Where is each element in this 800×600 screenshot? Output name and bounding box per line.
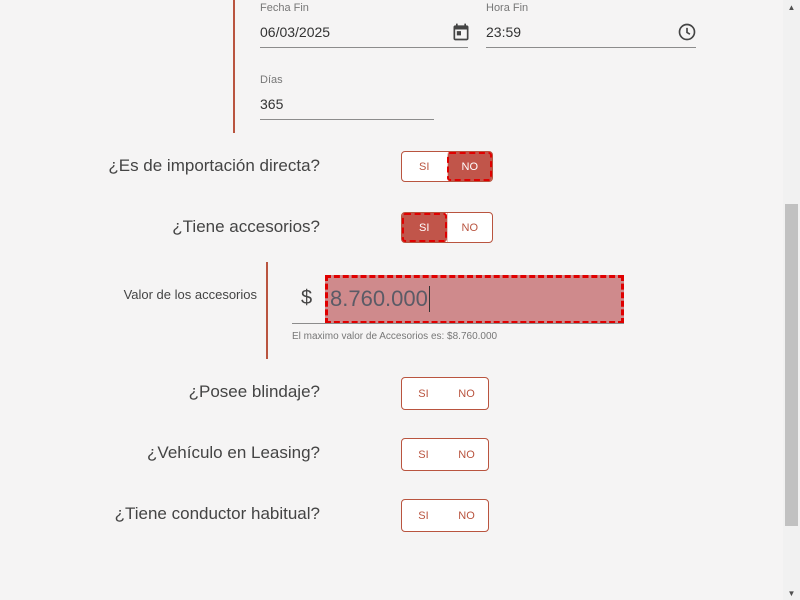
option-no-conductor[interactable]: NO	[445, 500, 488, 531]
fecha-fin-label: Fecha Fin	[260, 2, 309, 14]
option-no-leasing[interactable]: NO	[445, 439, 488, 470]
question-importacion: ¿Es de importación directa?	[108, 156, 320, 175]
option-no-accesorios[interactable]: NO	[446, 213, 493, 242]
section-divider-line	[233, 0, 235, 133]
scrollbar-thumb[interactable]	[785, 204, 798, 526]
accesorios-valor-underline	[292, 323, 624, 324]
calendar-icon[interactable]	[451, 22, 471, 42]
accesorios-valor-text: 8.760.000	[330, 286, 428, 311]
clock-icon[interactable]	[677, 22, 697, 42]
dias-input[interactable]: 365	[260, 96, 283, 112]
fecha-fin-underline	[260, 47, 468, 48]
dias-underline	[260, 119, 434, 120]
accesorios-divider-line	[266, 262, 268, 359]
option-no-importacion[interactable]: NO	[446, 152, 492, 181]
fecha-fin-input[interactable]: 06/03/2025	[260, 24, 330, 40]
toggle-importacion: SI NO	[401, 151, 493, 182]
hora-fin-underline	[486, 47, 696, 48]
option-si-leasing[interactable]: SI	[402, 439, 445, 470]
option-si-blindaje[interactable]: SI	[402, 378, 445, 409]
toggle-accesorios: SI NO	[401, 212, 493, 243]
dias-label: Días	[260, 74, 283, 86]
accesorios-help-text: El maximo valor de Accesorios es: $8.760…	[292, 331, 498, 342]
hora-fin-label: Hora Fin	[486, 2, 529, 14]
toggle-blindaje: SI NO	[401, 377, 489, 410]
option-si-accesorios[interactable]: SI	[402, 213, 447, 242]
scroll-up-arrow-icon[interactable]: ▲	[783, 0, 800, 14]
option-si-importacion[interactable]: SI	[402, 152, 447, 181]
toggle-conductor: SI NO	[401, 499, 489, 532]
option-si-conductor[interactable]: SI	[402, 500, 445, 531]
question-blindaje: ¿Posee blindaje?	[188, 382, 320, 401]
scroll-down-arrow-icon[interactable]: ▼	[783, 586, 800, 600]
option-no-blindaje[interactable]: NO	[445, 378, 488, 409]
question-leasing: ¿Vehículo en Leasing?	[147, 443, 320, 462]
text-caret	[428, 286, 430, 312]
hora-fin-input[interactable]: 23:59	[486, 24, 521, 40]
accesorios-valor-label: Valor de los accesorios	[123, 287, 257, 302]
question-accesorios: ¿Tiene accesorios?	[172, 217, 320, 236]
question-conductor: ¿Tiene conductor habitual?	[114, 504, 320, 523]
accesorios-valor-input[interactable]: 8.760.000	[325, 275, 624, 324]
toggle-leasing: SI NO	[401, 438, 489, 471]
currency-symbol: $	[301, 287, 313, 309]
